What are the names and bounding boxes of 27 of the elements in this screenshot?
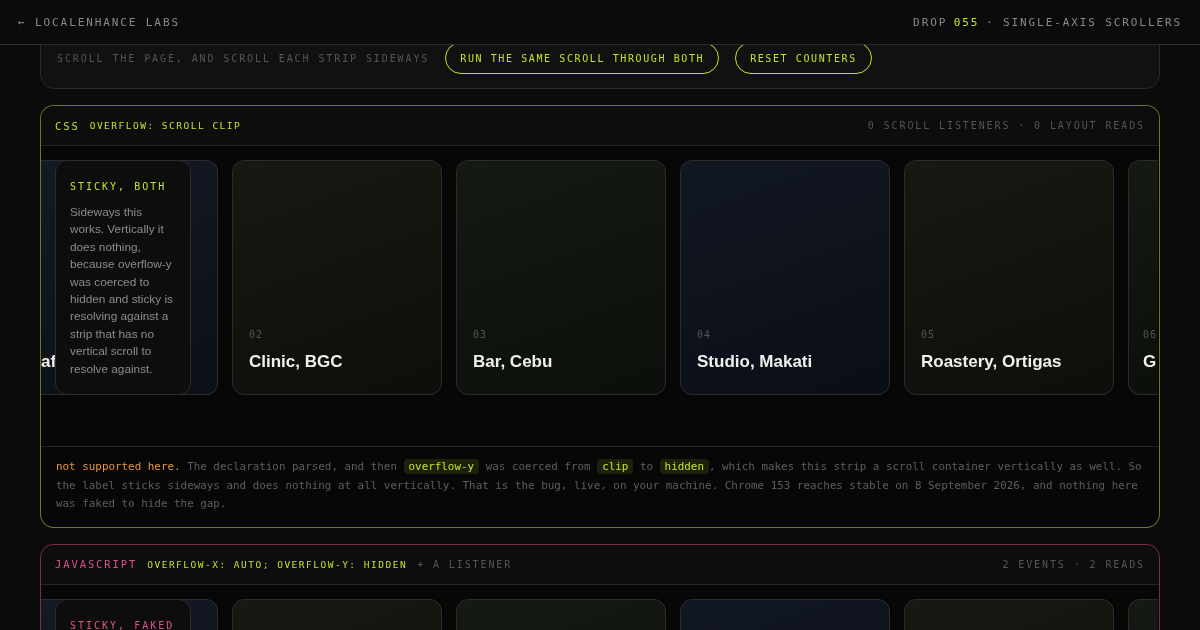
card-number: 02 <box>249 329 264 340</box>
panel-tag: JAVASCRIPT <box>55 558 138 570</box>
card-title: G <box>1143 352 1157 372</box>
card-number: 06 <box>1143 329 1158 340</box>
panel-code: OVERFLOW-X: AUTO; OVERFLOW-Y: HIDDEN <box>147 558 408 570</box>
note-text: not supported here. The declaration parsed, and then overflow-y was coerced from clip to hidden , which makes this strip a scroll container vertically as well. So the label sticks sideways and does nothing at all vertically. That is the bug, live, on your machine. Chrome 153 reaches stable on 8 September 2026, and nothing here was faked to hide the gap. <box>41 446 1159 527</box>
panel-stats: 2 EVENTS · 2 READS <box>1002 558 1145 570</box>
panel-stats: 0 SCROLL LISTENERS · 0 LAYOUT READS <box>867 120 1145 131</box>
card-title: af <box>41 352 57 372</box>
drop-number: 055 <box>953 15 980 29</box>
sticky-label: STICKY, FAKED <box>70 619 176 630</box>
panel-code: OVERFLOW: SCROLL CLIP <box>89 120 242 131</box>
card-number: 03 <box>473 329 488 340</box>
panel-suffix: + A LISTENER <box>417 558 513 570</box>
card-number: 05 <box>921 329 936 340</box>
drop-title: · SINGLE-AXIS SCROLLERS <box>985 15 1182 29</box>
scroll-hint: SCROLL THE PAGE, AND SCROLL EACH STRIP SIDEWAYS <box>57 52 430 64</box>
card-title: Clinic, BGC <box>249 352 343 372</box>
card-number: 04 <box>697 329 712 340</box>
sticky-label: STICKY, BOTH <box>70 181 168 192</box>
drop-label: DROP <box>913 15 948 29</box>
panel-tag: CSS <box>55 119 80 132</box>
card-title: Bar, Cebu <box>473 352 553 372</box>
sticky-text: Sideways this works. Vertically it does nothing, because overflow-y was coerced to hidden and sticky is resolving against a strip that has no vertical scroll to resolve against. <box>70 204 174 378</box>
back-link[interactable]: ← LOCALENHANCE LABS <box>18 15 180 29</box>
card-title: Studio, Makati <box>697 352 813 372</box>
card-title: Roastery, Ortigas <box>921 352 1062 372</box>
